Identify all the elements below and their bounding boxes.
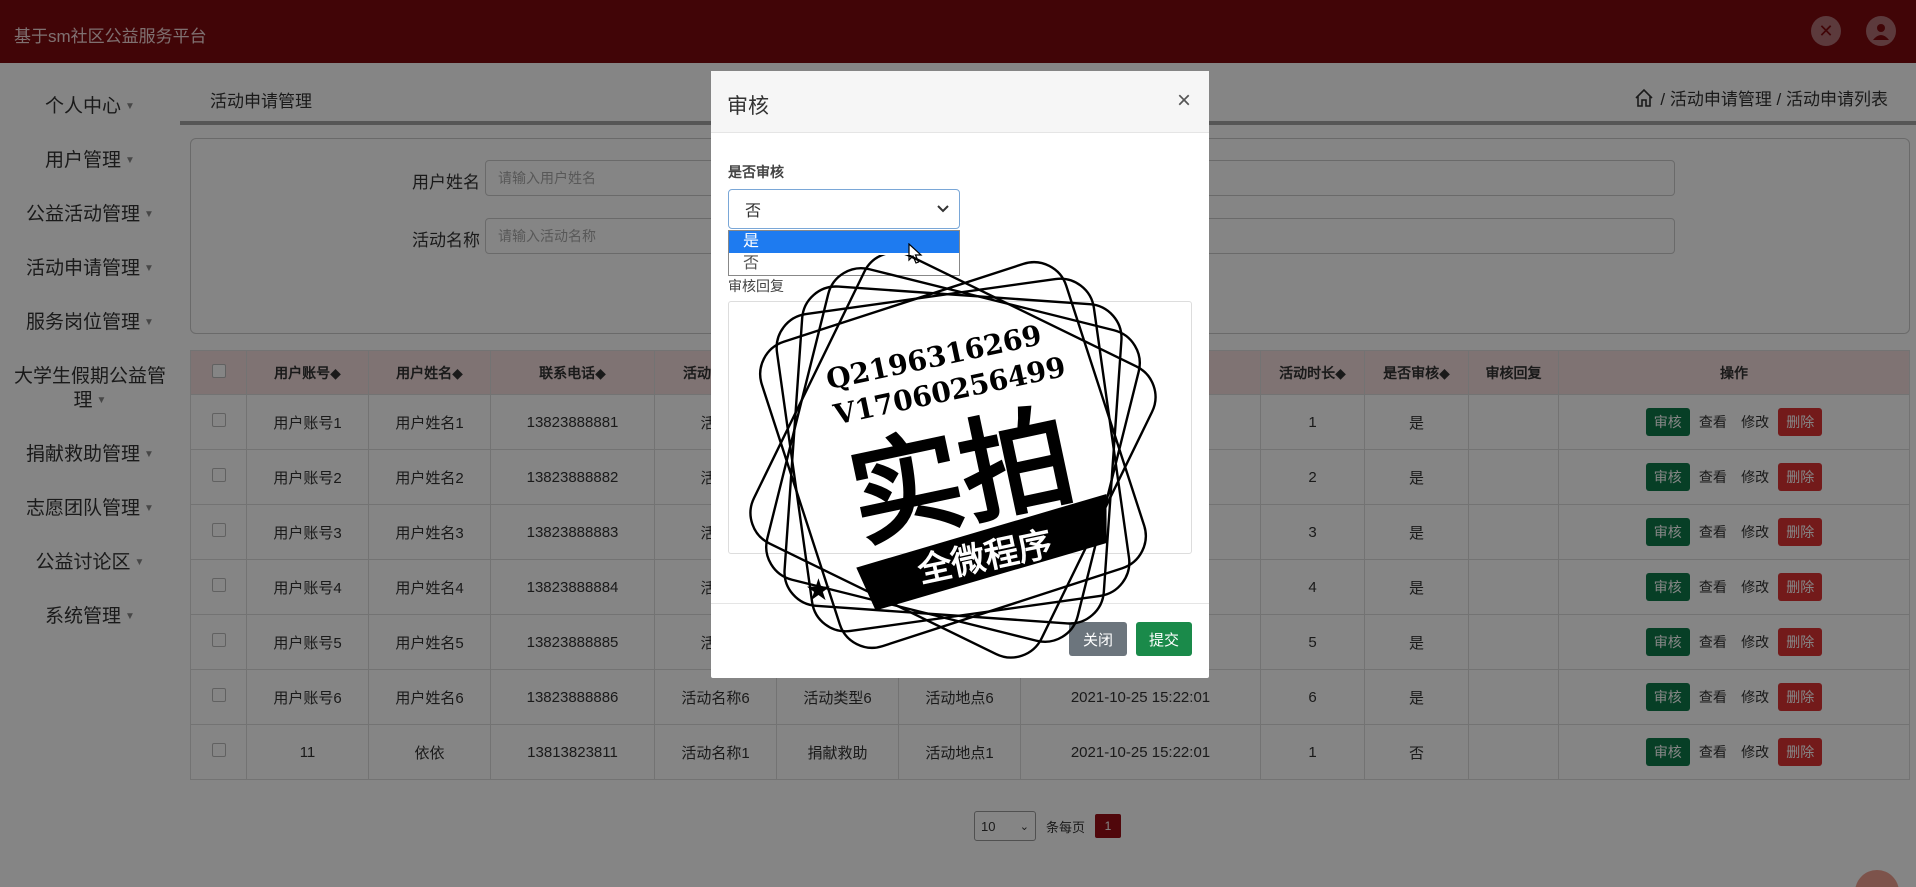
close-icon[interactable]: × [1177,87,1191,115]
option-yes[interactable]: 是 [729,231,959,253]
watermark-stamp: Q2196316269 V17060256499 实拍 全微程序 ★ ★ [749,255,1157,659]
audit-label: 是否审核 [728,164,784,180]
star-icon: ★ [1075,519,1102,552]
dialog-title: 审核 [727,95,769,118]
chevron-down-icon [937,205,949,213]
star-icon: ★ [805,574,832,607]
audit-select[interactable]: 否 [728,189,960,229]
dialog-header: 审核 × [711,71,1209,133]
audit-select-value: 否 [745,203,762,220]
